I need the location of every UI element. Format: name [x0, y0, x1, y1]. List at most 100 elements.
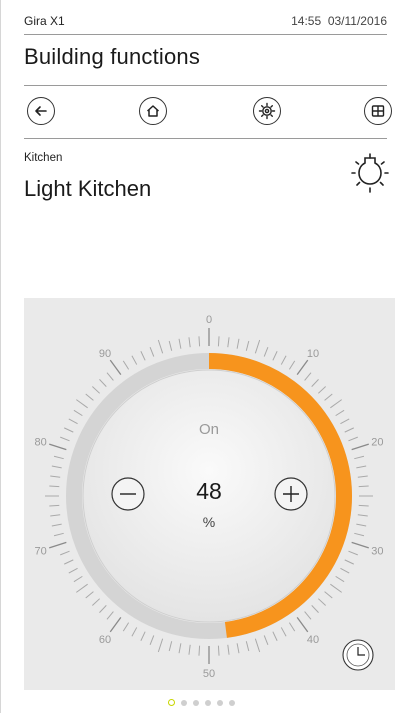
dial-tick — [354, 455, 365, 460]
dial-tick — [49, 541, 67, 549]
dial-tick — [311, 605, 319, 613]
dial-tick — [131, 627, 138, 637]
dial-tick — [354, 532, 365, 537]
dial-tick — [76, 583, 88, 593]
dial-tick — [272, 631, 278, 641]
dial-tick — [344, 559, 354, 565]
dial-tick — [64, 427, 74, 433]
dial-tick — [227, 337, 230, 348]
dial-tick — [263, 347, 269, 357]
dial-tick — [227, 644, 230, 655]
dial-tick — [157, 638, 164, 653]
dial-tick — [85, 393, 94, 401]
left-border — [0, 0, 1, 713]
dial-tick — [106, 372, 114, 381]
dial-tick — [288, 360, 296, 370]
dial-tick — [351, 443, 369, 451]
dial-tick — [131, 355, 138, 365]
back-button[interactable] — [27, 97, 55, 125]
dial-tick — [330, 583, 342, 593]
dial-tick — [304, 611, 312, 620]
dial-scale-label: 50 — [203, 668, 215, 680]
dial-tick — [178, 338, 182, 349]
minus-button[interactable] — [111, 477, 145, 511]
dial-tick — [272, 351, 278, 361]
page-dot[interactable] — [193, 700, 199, 706]
dial-tick — [340, 418, 350, 425]
dial-tick — [76, 399, 88, 409]
dial-tick — [109, 616, 122, 633]
dial-tick — [348, 550, 358, 556]
dial-tick — [50, 514, 61, 517]
dial-tick — [254, 638, 261, 653]
dial-tick — [49, 443, 67, 451]
dial-tick — [122, 622, 130, 632]
status-time: 14:55 — [291, 14, 322, 28]
dial-tick — [217, 645, 220, 656]
dial-tick — [122, 360, 130, 370]
dimmer-value: 48 — [196, 478, 222, 504]
dial-tick — [198, 645, 201, 656]
dial-tick — [53, 455, 64, 460]
divider — [24, 85, 387, 86]
dial-tick — [149, 635, 155, 645]
dial-tick — [324, 393, 333, 401]
dial-tick — [188, 644, 191, 655]
dial-scale-label: 20 — [371, 436, 383, 448]
dial-scale-label: 10 — [307, 348, 319, 360]
status-date: 03/11/2016 — [327, 14, 387, 28]
dial-tick — [168, 340, 173, 351]
dial-tick — [245, 641, 250, 652]
dial-scale-label: 80 — [35, 436, 47, 448]
dial-tick — [198, 336, 201, 347]
page-dot[interactable] — [181, 700, 187, 706]
dial-tick — [348, 436, 358, 442]
dial-tick — [149, 347, 155, 357]
dial-tick — [356, 523, 367, 527]
page-dot[interactable] — [217, 700, 223, 706]
page-dot[interactable] — [205, 700, 211, 706]
dial-tick — [50, 475, 61, 478]
app-name: Gira X1 — [24, 14, 65, 28]
dial-tick — [324, 591, 333, 599]
dial-tick — [99, 379, 107, 387]
dial-tick — [178, 643, 182, 654]
dial-tick — [53, 532, 64, 537]
dimmer-unit: % — [203, 514, 215, 530]
status-bar: Gira X1 14:55 03/11/2016 — [24, 14, 387, 32]
dial-tick — [92, 598, 100, 606]
dial-tick — [318, 386, 326, 394]
dial-tick — [60, 436, 70, 442]
dial-tick — [296, 359, 309, 376]
arrow-left-icon — [35, 106, 47, 116]
dial-tick — [188, 337, 191, 348]
dial-tick — [357, 475, 368, 478]
home-icon — [146, 105, 160, 117]
plus-button[interactable] — [274, 477, 308, 511]
dial-tick — [357, 514, 368, 517]
light-bulb-icon[interactable] — [350, 150, 390, 196]
dial-scale-label: 90 — [99, 348, 111, 360]
dial-scale-label: 30 — [371, 546, 383, 558]
dial-tick — [330, 399, 342, 409]
page-dot[interactable] — [168, 699, 175, 706]
dial-tick — [236, 643, 240, 654]
grid-button[interactable] — [364, 97, 392, 125]
page-dot[interactable] — [229, 700, 235, 706]
dimmer-panel: 0 10 20 30 40 50 60 70 80 90 On 48 % — [24, 298, 395, 690]
dial-tick — [358, 485, 369, 488]
timer-button[interactable] — [342, 639, 374, 671]
dial-tick — [296, 616, 309, 633]
settings-button[interactable] — [253, 97, 281, 125]
home-button[interactable] — [139, 97, 167, 125]
dial-tick — [288, 622, 296, 632]
dial-tick — [51, 523, 62, 527]
dial-tick — [263, 635, 269, 645]
dial-scale-label: 70 — [35, 546, 47, 558]
dial-tick — [168, 641, 173, 652]
divider — [24, 34, 387, 35]
dial-tick — [109, 359, 122, 376]
room-label: Kitchen — [24, 152, 63, 164]
dial-tick — [157, 339, 164, 354]
dimmer-dial[interactable]: 0 10 20 30 40 50 60 70 80 90 On 48 % — [24, 298, 395, 690]
